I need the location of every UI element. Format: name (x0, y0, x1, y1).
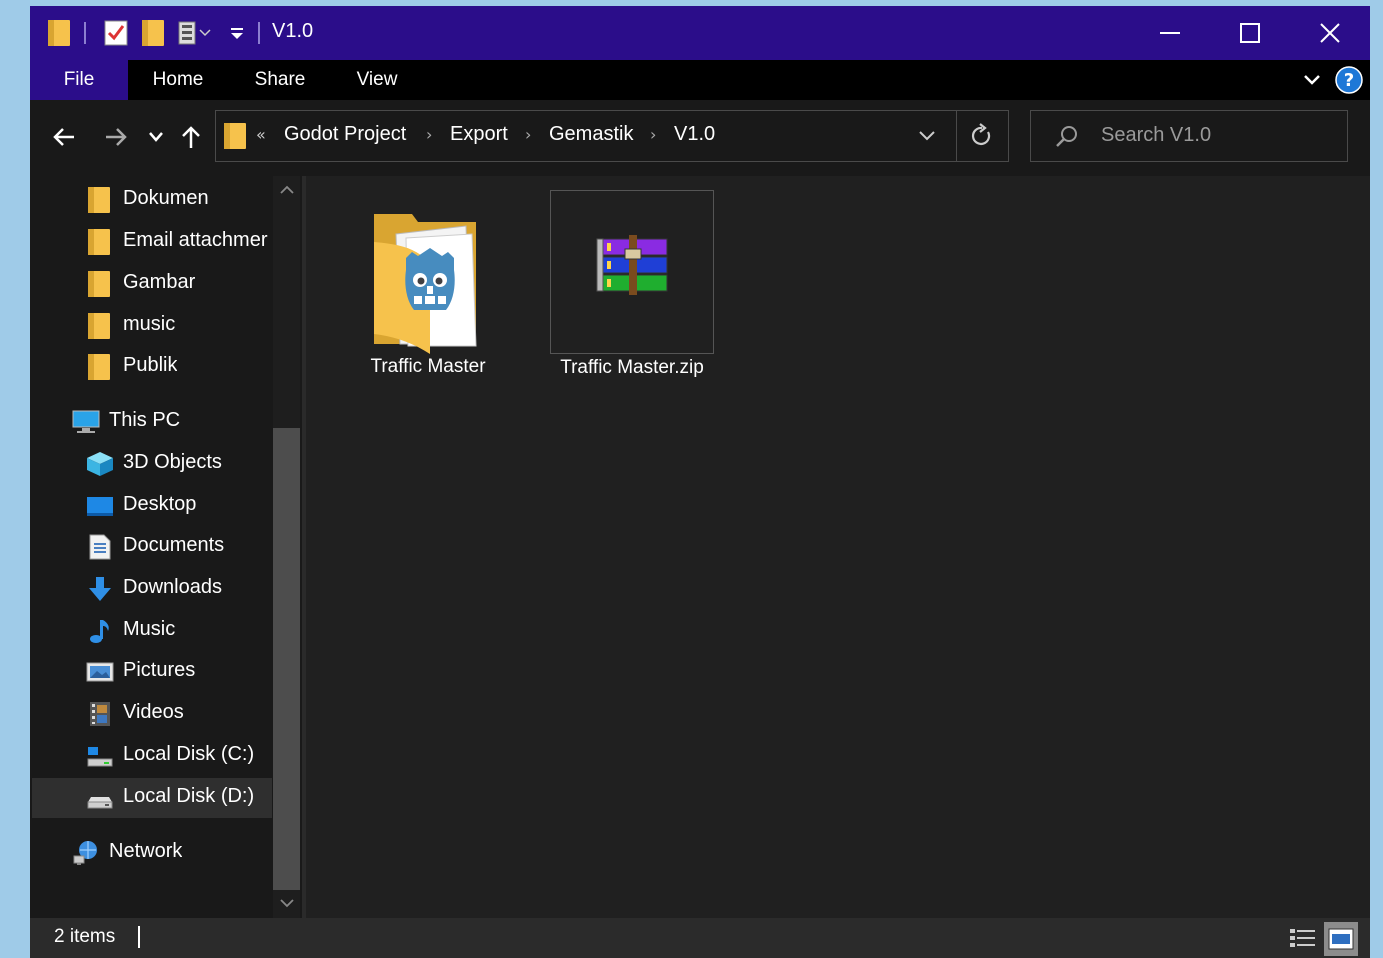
file-list: Traffic Master Traffic Master.zip (306, 176, 1370, 918)
address-dropdown-icon[interactable] (918, 127, 936, 146)
expand-ribbon-icon[interactable] (1300, 68, 1324, 92)
sidebar-item-gambar[interactable]: Gambar (30, 264, 272, 304)
this-pc-icon (72, 409, 100, 435)
sidebar-item-pictures[interactable]: Pictures (30, 652, 272, 692)
sidebar-item-desktop[interactable]: Desktop (30, 486, 272, 526)
videos-icon (88, 701, 114, 727)
large-icons-view-button[interactable] (1324, 922, 1358, 956)
title-separator (84, 22, 86, 44)
folder-icon (88, 354, 114, 380)
item-count: 2 items (54, 926, 116, 947)
navigation-bar: « Godot Project › Export › Gemastik › V1… (30, 100, 1370, 176)
search-input[interactable]: Search V1.0 (1101, 124, 1211, 147)
local-disk-c-icon (86, 743, 113, 769)
breadcrumb-godot-project[interactable]: Godot Project (284, 123, 406, 146)
breadcrumb-gemastik[interactable]: Gemastik (549, 123, 633, 146)
scroll-up-icon[interactable] (273, 178, 300, 200)
up-button[interactable] (176, 120, 206, 154)
minimize-button[interactable] (1130, 6, 1210, 60)
navigation-pane: Dokumen Email attachmer Gambar music Pub… (30, 176, 302, 918)
sidebar-item-this-pc[interactable]: This PC (30, 402, 272, 442)
scroll-down-icon[interactable] (273, 892, 300, 914)
sidebar-item-local-disk-c[interactable]: Local Disk (C:) (30, 736, 272, 776)
file-explorer-window: V1.0 File Home Share View ? « Godot Proj… (30, 6, 1370, 958)
folder-icon (88, 271, 114, 297)
sidebar-item-downloads[interactable]: Downloads (30, 569, 272, 609)
maximize-button[interactable] (1210, 6, 1290, 60)
file-name-label: Traffic Master (370, 356, 486, 377)
new-folder-icon[interactable] (142, 6, 164, 60)
close-button[interactable] (1290, 6, 1370, 60)
status-separator (138, 926, 140, 948)
sidebar-item-3d-objects[interactable]: 3D Objects (30, 444, 272, 484)
documents-icon (88, 534, 114, 560)
downloads-icon (88, 576, 114, 602)
properties-icon[interactable] (104, 6, 128, 60)
tab-view[interactable]: View (342, 60, 412, 100)
tab-home[interactable]: Home (138, 60, 218, 100)
forward-button[interactable] (100, 120, 132, 154)
godot-folder-icon (368, 204, 488, 358)
breadcrumb-separator-icon: › (650, 125, 657, 144)
sidebar-scroll-thumb[interactable] (273, 428, 300, 890)
sidebar-item-email-attachments[interactable]: Email attachmer (30, 222, 272, 262)
refresh-icon[interactable] (970, 123, 994, 153)
sidebar-item-videos[interactable]: Videos (30, 694, 272, 734)
recent-locations-icon[interactable] (144, 120, 168, 154)
sidebar-scrollbar[interactable] (273, 176, 300, 918)
address-bar[interactable]: « Godot Project › Export › Gemastik › V1… (215, 110, 1009, 162)
overflow-chevron[interactable]: « (256, 125, 266, 144)
details-view-button[interactable] (1286, 922, 1320, 956)
view-options-icon[interactable] (178, 6, 212, 60)
sidebar-item-music[interactable]: Music (30, 611, 272, 651)
winrar-archive-icon (595, 235, 671, 303)
sidebar-item-music-folder[interactable]: music (30, 306, 272, 346)
title-separator-2 (258, 22, 260, 44)
sidebar-item-network[interactable]: Network (30, 833, 272, 873)
search-box[interactable]: Search V1.0 (1030, 110, 1348, 162)
file-name-label: Traffic Master.zip (560, 357, 704, 378)
customize-toolbar-icon[interactable] (230, 6, 244, 60)
title-bar: V1.0 (30, 6, 1370, 60)
pictures-icon (86, 659, 114, 685)
tab-share[interactable]: Share (242, 60, 318, 100)
sidebar-item-dokumen[interactable]: Dokumen (30, 180, 272, 220)
local-disk-d-icon (86, 785, 113, 811)
breadcrumb-separator-icon: › (426, 125, 433, 144)
breadcrumb-separator-icon: › (525, 125, 532, 144)
3d-objects-icon (86, 451, 113, 477)
window-title: V1.0 (272, 20, 314, 42)
folder-icon (88, 229, 114, 255)
address-folder-icon (224, 123, 246, 153)
file-item-traffic-master-zip[interactable]: Traffic Master.zip (550, 190, 714, 378)
music-icon (88, 618, 114, 644)
breadcrumb-v1-0[interactable]: V1.0 (674, 123, 715, 146)
ribbon-tabs: File Home Share View ? (30, 60, 1370, 100)
help-icon[interactable]: ? (1334, 65, 1364, 95)
file-item-traffic-master-folder[interactable]: Traffic Master (346, 190, 510, 390)
svg-text:?: ? (1344, 70, 1354, 91)
search-icon (1055, 124, 1079, 152)
back-button[interactable] (48, 120, 80, 154)
desktop-icon (86, 493, 113, 519)
breadcrumb-export[interactable]: Export (450, 123, 508, 146)
folder-icon (88, 187, 114, 213)
folder-icon (48, 6, 70, 60)
sidebar-item-publik[interactable]: Publik (30, 347, 272, 387)
network-icon (72, 840, 98, 866)
folder-icon (88, 313, 114, 339)
sidebar-item-local-disk-d[interactable]: Local Disk (D:) (32, 778, 272, 818)
status-bar: 2 items (30, 918, 1370, 958)
tab-file[interactable]: File (30, 60, 128, 100)
sidebar-item-documents[interactable]: Documents (30, 527, 272, 567)
